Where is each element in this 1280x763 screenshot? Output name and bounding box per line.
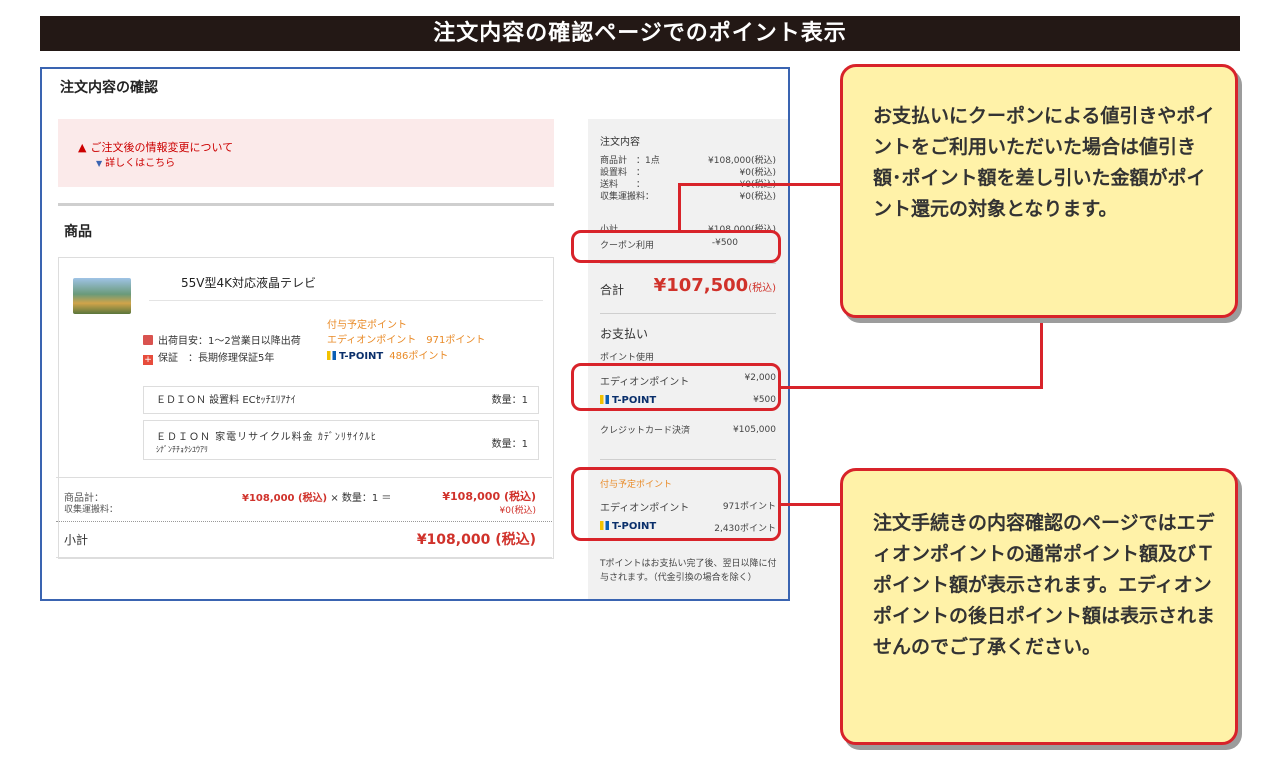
- collect-value: ¥0(税込): [499, 506, 536, 516]
- service-row: ＥＤＩＯＮ 家電リサイクル料金 ｶﾃﾞﾝﾘｻｲｸﾙﾋ ｼﾅﾞﾝﾁﾁｮｸｼﾕｳｱﾘ…: [143, 420, 539, 460]
- callout-connector: [781, 386, 1043, 389]
- calc-rest: × 数量：1 ＝: [327, 493, 392, 504]
- notice-link[interactable]: ▼ 詳しくはこちら: [96, 154, 175, 169]
- summary-value: ¥0(税込): [739, 192, 776, 202]
- notice-box: ▲ ご注文後の情報変更について ▼ 詳しくはこちら: [58, 119, 554, 187]
- page-title: 注文内容の確認: [60, 80, 158, 96]
- callout-connector: [1040, 317, 1043, 389]
- credit-label: クレジットカード決済: [600, 426, 691, 436]
- notice-label: ご注文後の情報変更について: [90, 141, 234, 154]
- divider: [58, 203, 554, 206]
- callout-bottom: 注文手続きの内容確認のページではエディオンポイントの通常ポイント額及びＴポイント…: [840, 468, 1238, 745]
- payment-heading: お支払い: [600, 327, 649, 341]
- notice-text: ▲ ご注文後の情報変更について: [78, 139, 233, 155]
- divider: [56, 477, 552, 478]
- divider: [600, 313, 776, 314]
- callout-connector: [678, 183, 841, 186]
- callout-connector: [781, 503, 841, 506]
- section-title: 商品: [64, 224, 92, 240]
- shipping-text: 出荷目安：1～2営業日以降出荷: [158, 336, 301, 347]
- points-highlight: [571, 467, 781, 541]
- warranty-info: + 保証 ：長期修理保証5年: [143, 349, 274, 365]
- subtotal-value: ¥108,000 (税込): [442, 490, 536, 503]
- product-name[interactable]: 55V型4K対応液晶テレビ: [181, 274, 316, 291]
- sum-value: ¥108,000 (税込): [416, 532, 536, 548]
- plus-icon: +: [143, 355, 153, 365]
- total-amount: ¥107,500: [653, 275, 749, 296]
- point-use-label: ポイント使用: [600, 353, 655, 363]
- divider: [149, 300, 543, 301]
- tpoint-note: Tポイントはお支払い完了後、翌日以降に付与されます。（代金引換の場合を除く）: [600, 559, 777, 583]
- sum-label: 小計: [64, 533, 89, 547]
- service-qty: 数量：1: [491, 439, 528, 450]
- total-label: 合計: [600, 283, 625, 297]
- divider: [600, 263, 776, 264]
- collect-label: 収集運搬料：: [64, 505, 119, 515]
- points-heading: 付与予定ポイント: [327, 320, 407, 331]
- service-name: ＥＤＩＯＮ 設置料 ECｾｯﾁｴﾘｱﾅｲ: [156, 395, 296, 406]
- tpoint-value: 486ポイント: [389, 351, 449, 362]
- calc-price: ¥108,000 (税込): [242, 493, 328, 504]
- subtotal-calc: ¥108,000 (税込) × 数量：1 ＝: [242, 489, 391, 504]
- service-name: ＥＤＩＯＮ 家電リサイクル料金 ｶﾃﾞﾝﾘｻｲｸﾙﾋ: [156, 432, 377, 443]
- tpoint-icon: [327, 351, 336, 360]
- service-qty: 数量：1: [491, 395, 528, 406]
- credit-value: ¥105,000: [733, 425, 776, 435]
- product-thumbnail: [73, 278, 131, 314]
- tpoint-logo: T-POINT: [327, 351, 383, 362]
- divider: [600, 459, 776, 460]
- summary-label: 収集運搬料：: [600, 192, 655, 202]
- callout-top: お支払いにクーポンによる値引きやポイントをご利用いただいた場合は値引き額･ポイン…: [840, 64, 1238, 318]
- callout-connector: [678, 183, 681, 231]
- product-card: 55V型4K対応液晶テレビ 出荷目安：1～2営業日以降出荷 + 保証 ：長期修理保…: [58, 257, 554, 559]
- service-row: ＥＤＩＯＮ 設置料 ECｾｯﾁｴﾘｱﾅｲ 数量：1: [143, 386, 539, 414]
- triangle-down-icon: ▼: [96, 159, 103, 168]
- tpoint-logo-text: T-POINT: [339, 351, 384, 362]
- warranty-text: 保証 ：長期修理保証5年: [158, 353, 275, 364]
- shipping-info: 出荷目安：1～2営業日以降出荷: [143, 332, 301, 347]
- total-value: ¥107,500(税込): [654, 275, 776, 296]
- divider: [56, 557, 552, 558]
- notice-link-label[interactable]: 詳しくはこちら: [105, 158, 175, 169]
- page-banner: 注文内容の確認ページでのポイント表示: [40, 16, 1240, 51]
- warning-icon: ▲: [78, 141, 87, 154]
- order-heading: 注文内容: [600, 137, 640, 148]
- coupon-highlight: [571, 230, 781, 263]
- payment-highlight: [571, 363, 781, 411]
- service-name-kana: ｼﾅﾞﾝﾁﾁｮｸｼﾕｳｱﾘ: [156, 445, 208, 454]
- total-tax: (税込): [748, 283, 776, 294]
- calendar-icon: [143, 335, 153, 345]
- edion-points: エディオンポイント 971ポイント: [327, 335, 486, 346]
- tpoint-points: T-POINT 486ポイント: [327, 347, 448, 362]
- divider: [56, 521, 552, 522]
